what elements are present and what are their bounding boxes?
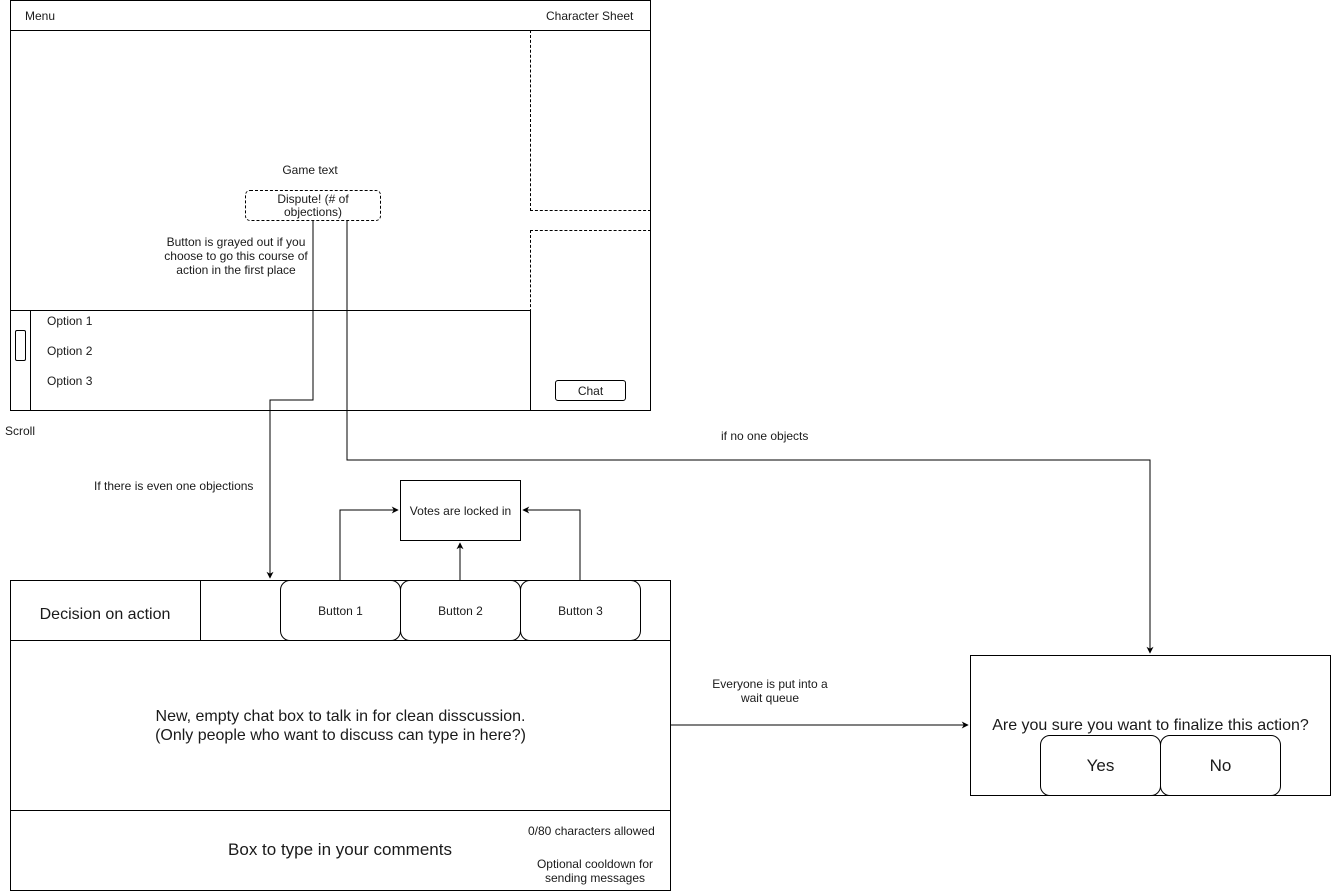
vote-button-1[interactable]: Button 1 (280, 580, 401, 641)
confirm-question: Are you sure you want to finalize this a… (992, 717, 1309, 734)
menu-button[interactable]: Menu (25, 9, 55, 23)
confirm-no-button[interactable]: No (1160, 735, 1281, 796)
button1-to-votes-connector (339, 506, 399, 580)
discussion-chat-text: New, empty chat box to talk in for clean… (10, 707, 671, 745)
decision-title: Decision on action (39, 606, 171, 623)
vote-button-2[interactable]: Button 2 (400, 580, 521, 641)
character-sheet-panel (530, 30, 651, 211)
dispute-button[interactable]: Dispute! (# of objections) (245, 190, 381, 221)
button3-to-votes-connector (522, 506, 581, 580)
no-objection-flow-label: if no one objects (721, 429, 809, 443)
discussion-chat-line-1: New, empty chat box to talk in for clean… (155, 708, 526, 725)
vote-button-3[interactable]: Button 3 (520, 580, 641, 641)
chat-button[interactable]: Chat (555, 380, 626, 401)
wait-queue-flow-label: Everyone is put into a wait queue (712, 677, 828, 705)
scroll-label: Scroll (5, 424, 36, 438)
votes-locked-box: Votes are locked in (400, 480, 521, 541)
confirm-yes-button[interactable]: Yes (1040, 735, 1161, 796)
cooldown-note: Optional cooldown for sending messages (536, 857, 654, 885)
scroll-thumb[interactable] (15, 330, 26, 361)
option-2[interactable]: Option 2 (47, 344, 92, 358)
char-counter: 0/80 characters allowed (528, 824, 655, 838)
dispute-note: Button is grayed out if you choose to go… (164, 235, 308, 277)
comment-input-placeholder: Box to type in your comments (228, 840, 452, 859)
game-text: Game text (282, 163, 338, 177)
objection-flow-label: If there is even one objections (94, 479, 254, 493)
discussion-chat-line-2: (Only people who want to discuss can typ… (155, 727, 526, 744)
character-sheet-button[interactable]: Character Sheet (546, 9, 633, 23)
option-1[interactable]: Option 1 (47, 314, 92, 328)
option-3[interactable]: Option 3 (47, 374, 92, 388)
